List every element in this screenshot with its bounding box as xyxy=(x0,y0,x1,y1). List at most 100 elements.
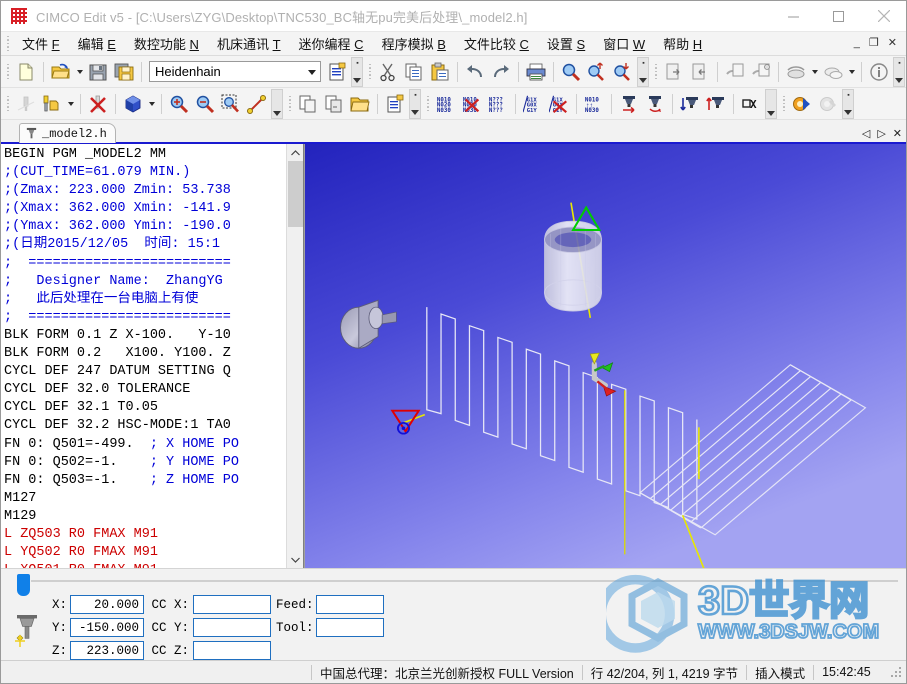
xyz-toggle-icon[interactable]: X xyxy=(738,91,764,117)
dnc-send-icon[interactable] xyxy=(722,59,748,85)
maximize-button[interactable] xyxy=(816,1,861,32)
nc-toolbar-overflow[interactable] xyxy=(765,88,777,119)
insert-numbers-icon[interactable]: N010 ↑↑ N030 xyxy=(581,91,607,117)
compare-toolbar-overflow[interactable]: ▪ xyxy=(409,88,421,119)
file-properties-icon[interactable] xyxy=(324,59,350,85)
dro-cc-x[interactable] xyxy=(193,595,271,614)
clear-plot-icon[interactable] xyxy=(85,91,111,117)
chevron-down-icon[interactable] xyxy=(308,69,316,75)
paste-icon[interactable] xyxy=(427,59,453,85)
toolbar-overflow-2[interactable]: ▪ xyxy=(637,56,649,87)
tab-prev-button[interactable]: ◁ xyxy=(862,129,870,140)
mdi-minimize-button[interactable]: _ xyxy=(854,38,860,49)
menu-nc-functions[interactable]: 数控功能 N xyxy=(125,32,208,55)
tab-next-button[interactable]: ▷ xyxy=(877,129,885,140)
menu-machine-comm[interactable]: 机床通讯 T xyxy=(208,32,290,55)
minimize-button[interactable] xyxy=(771,1,816,32)
menu-grip[interactable] xyxy=(4,35,11,52)
toolbar-grip-3[interactable] xyxy=(652,63,659,80)
solid-view-icon[interactable] xyxy=(120,91,146,117)
backplot-open-icon[interactable] xyxy=(39,91,65,117)
toolbar-overflow-3[interactable]: ▪ xyxy=(893,56,905,87)
slider-track[interactable] xyxy=(31,580,898,582)
renumber-icon[interactable]: N010 N020 N030 xyxy=(433,91,459,117)
menu-edit[interactable]: 编辑 E xyxy=(69,32,125,55)
menu-mini-program[interactable]: 迷你编程 C xyxy=(290,32,373,55)
find-icon[interactable] xyxy=(558,59,584,85)
backplot-3d-viewport[interactable] xyxy=(304,144,906,568)
redo-icon[interactable] xyxy=(488,59,514,85)
toolbar-grip-7[interactable] xyxy=(780,95,787,112)
editor-vertical-scrollbar[interactable] xyxy=(286,144,303,568)
copy-icon[interactable] xyxy=(401,59,427,85)
simulate-run-icon[interactable] xyxy=(789,91,815,117)
toolbar-grip-6[interactable] xyxy=(424,95,431,112)
simulation-position-slider[interactable] xyxy=(9,574,898,596)
print-icon[interactable] xyxy=(523,59,549,85)
toolbar-overflow-1[interactable]: ▪ xyxy=(351,56,363,87)
solid-view-dropdown-icon[interactable] xyxy=(146,91,157,117)
machine-type-combo[interactable]: Heidenhain xyxy=(149,61,321,82)
open-file-dropdown-icon[interactable] xyxy=(74,59,85,85)
dro-cc-z[interactable] xyxy=(193,641,271,660)
menu-file[interactable]: 文件 F xyxy=(13,32,69,55)
menu-help[interactable]: 帮助 H xyxy=(654,32,711,55)
dro-cc-y[interactable] xyxy=(193,618,271,637)
compare-file-icon[interactable] xyxy=(295,91,321,117)
document-tab[interactable]: _model2.h xyxy=(19,123,116,143)
dro-y[interactable]: -150.000 xyxy=(70,618,144,637)
mdi-restore-button[interactable]: ❐ xyxy=(869,38,879,49)
scrollbar-thumb[interactable] xyxy=(288,161,303,227)
status-insert-mode[interactable]: 插入模式 xyxy=(747,664,813,681)
scroll-up-icon[interactable] xyxy=(287,144,304,161)
backplot-dropdown-icon[interactable] xyxy=(65,91,76,117)
save-all-icon[interactable] xyxy=(111,59,137,85)
mdi-close-button[interactable]: ✕ xyxy=(888,38,897,49)
tab-close-button[interactable]: ✕ xyxy=(893,129,902,140)
toolbar-grip-5[interactable] xyxy=(286,95,293,112)
remove-numbers-icon[interactable]: N010 N020 N030 xyxy=(459,91,485,117)
info-icon[interactable] xyxy=(866,59,892,85)
dro-feed[interactable] xyxy=(316,595,384,614)
dro-z[interactable]: 223.000 xyxy=(70,641,144,660)
open-file-icon[interactable] xyxy=(48,59,74,85)
tool-up-icon[interactable] xyxy=(703,91,729,117)
transmit-dropdown-icon[interactable] xyxy=(809,59,820,85)
dro-tool[interactable] xyxy=(316,618,384,637)
tool-change-rotate-icon[interactable] xyxy=(642,91,668,117)
compare-next-icon[interactable] xyxy=(321,91,347,117)
toolbar-grip-1[interactable] xyxy=(4,63,11,80)
scroll-down-icon[interactable] xyxy=(287,551,304,568)
find-next-icon[interactable] xyxy=(584,59,610,85)
nc-code-editor[interactable]: BEGIN PGM _MODEL2 MM ;(CUT_TIME=61.079 MI… xyxy=(1,144,304,568)
receive-queue-icon[interactable] xyxy=(820,59,846,85)
tool-down-icon[interactable] xyxy=(677,91,703,117)
zoom-window-icon[interactable] xyxy=(218,91,244,117)
zoom-in-icon[interactable] xyxy=(166,91,192,117)
zoom-out-icon[interactable] xyxy=(192,91,218,117)
simulate-toolbar-overflow[interactable]: ▪ xyxy=(842,88,854,119)
cut-icon[interactable] xyxy=(375,59,401,85)
undo-icon[interactable] xyxy=(462,59,488,85)
simulate-setup-icon[interactable] xyxy=(815,91,841,117)
compare-setup-icon[interactable] xyxy=(382,91,408,117)
menu-window[interactable]: 窗口 W xyxy=(594,32,654,55)
transmit-icon[interactable] xyxy=(783,59,809,85)
toolbar-grip-2[interactable] xyxy=(366,63,373,80)
compare-folder-icon[interactable] xyxy=(347,91,373,117)
menu-simulation[interactable]: 程序模拟 B xyxy=(373,32,455,55)
measure-icon[interactable] xyxy=(244,91,270,117)
new-file-icon[interactable] xyxy=(13,59,39,85)
find-previous-icon[interactable] xyxy=(610,59,636,85)
resize-grip[interactable] xyxy=(889,665,903,679)
slider-handle[interactable] xyxy=(17,574,30,596)
tool-change-icon[interactable] xyxy=(616,91,642,117)
code-text[interactable]: BEGIN PGM _MODEL2 MM ;(CUT_TIME=61.079 MI… xyxy=(1,144,286,568)
toolbar-grip-4[interactable] xyxy=(4,95,11,112)
send-file-icon[interactable] xyxy=(661,59,687,85)
g-code-math-icon[interactable]: G1X G0X G1Y xyxy=(520,91,546,117)
remove-g-code-icon[interactable]: G1XG0XG1Y xyxy=(546,91,572,117)
receive-dropdown-icon[interactable] xyxy=(846,59,857,85)
dro-x[interactable]: 20.000 xyxy=(70,595,144,614)
renumber-question-icon[interactable]: N??? N??? N??? xyxy=(485,91,511,117)
